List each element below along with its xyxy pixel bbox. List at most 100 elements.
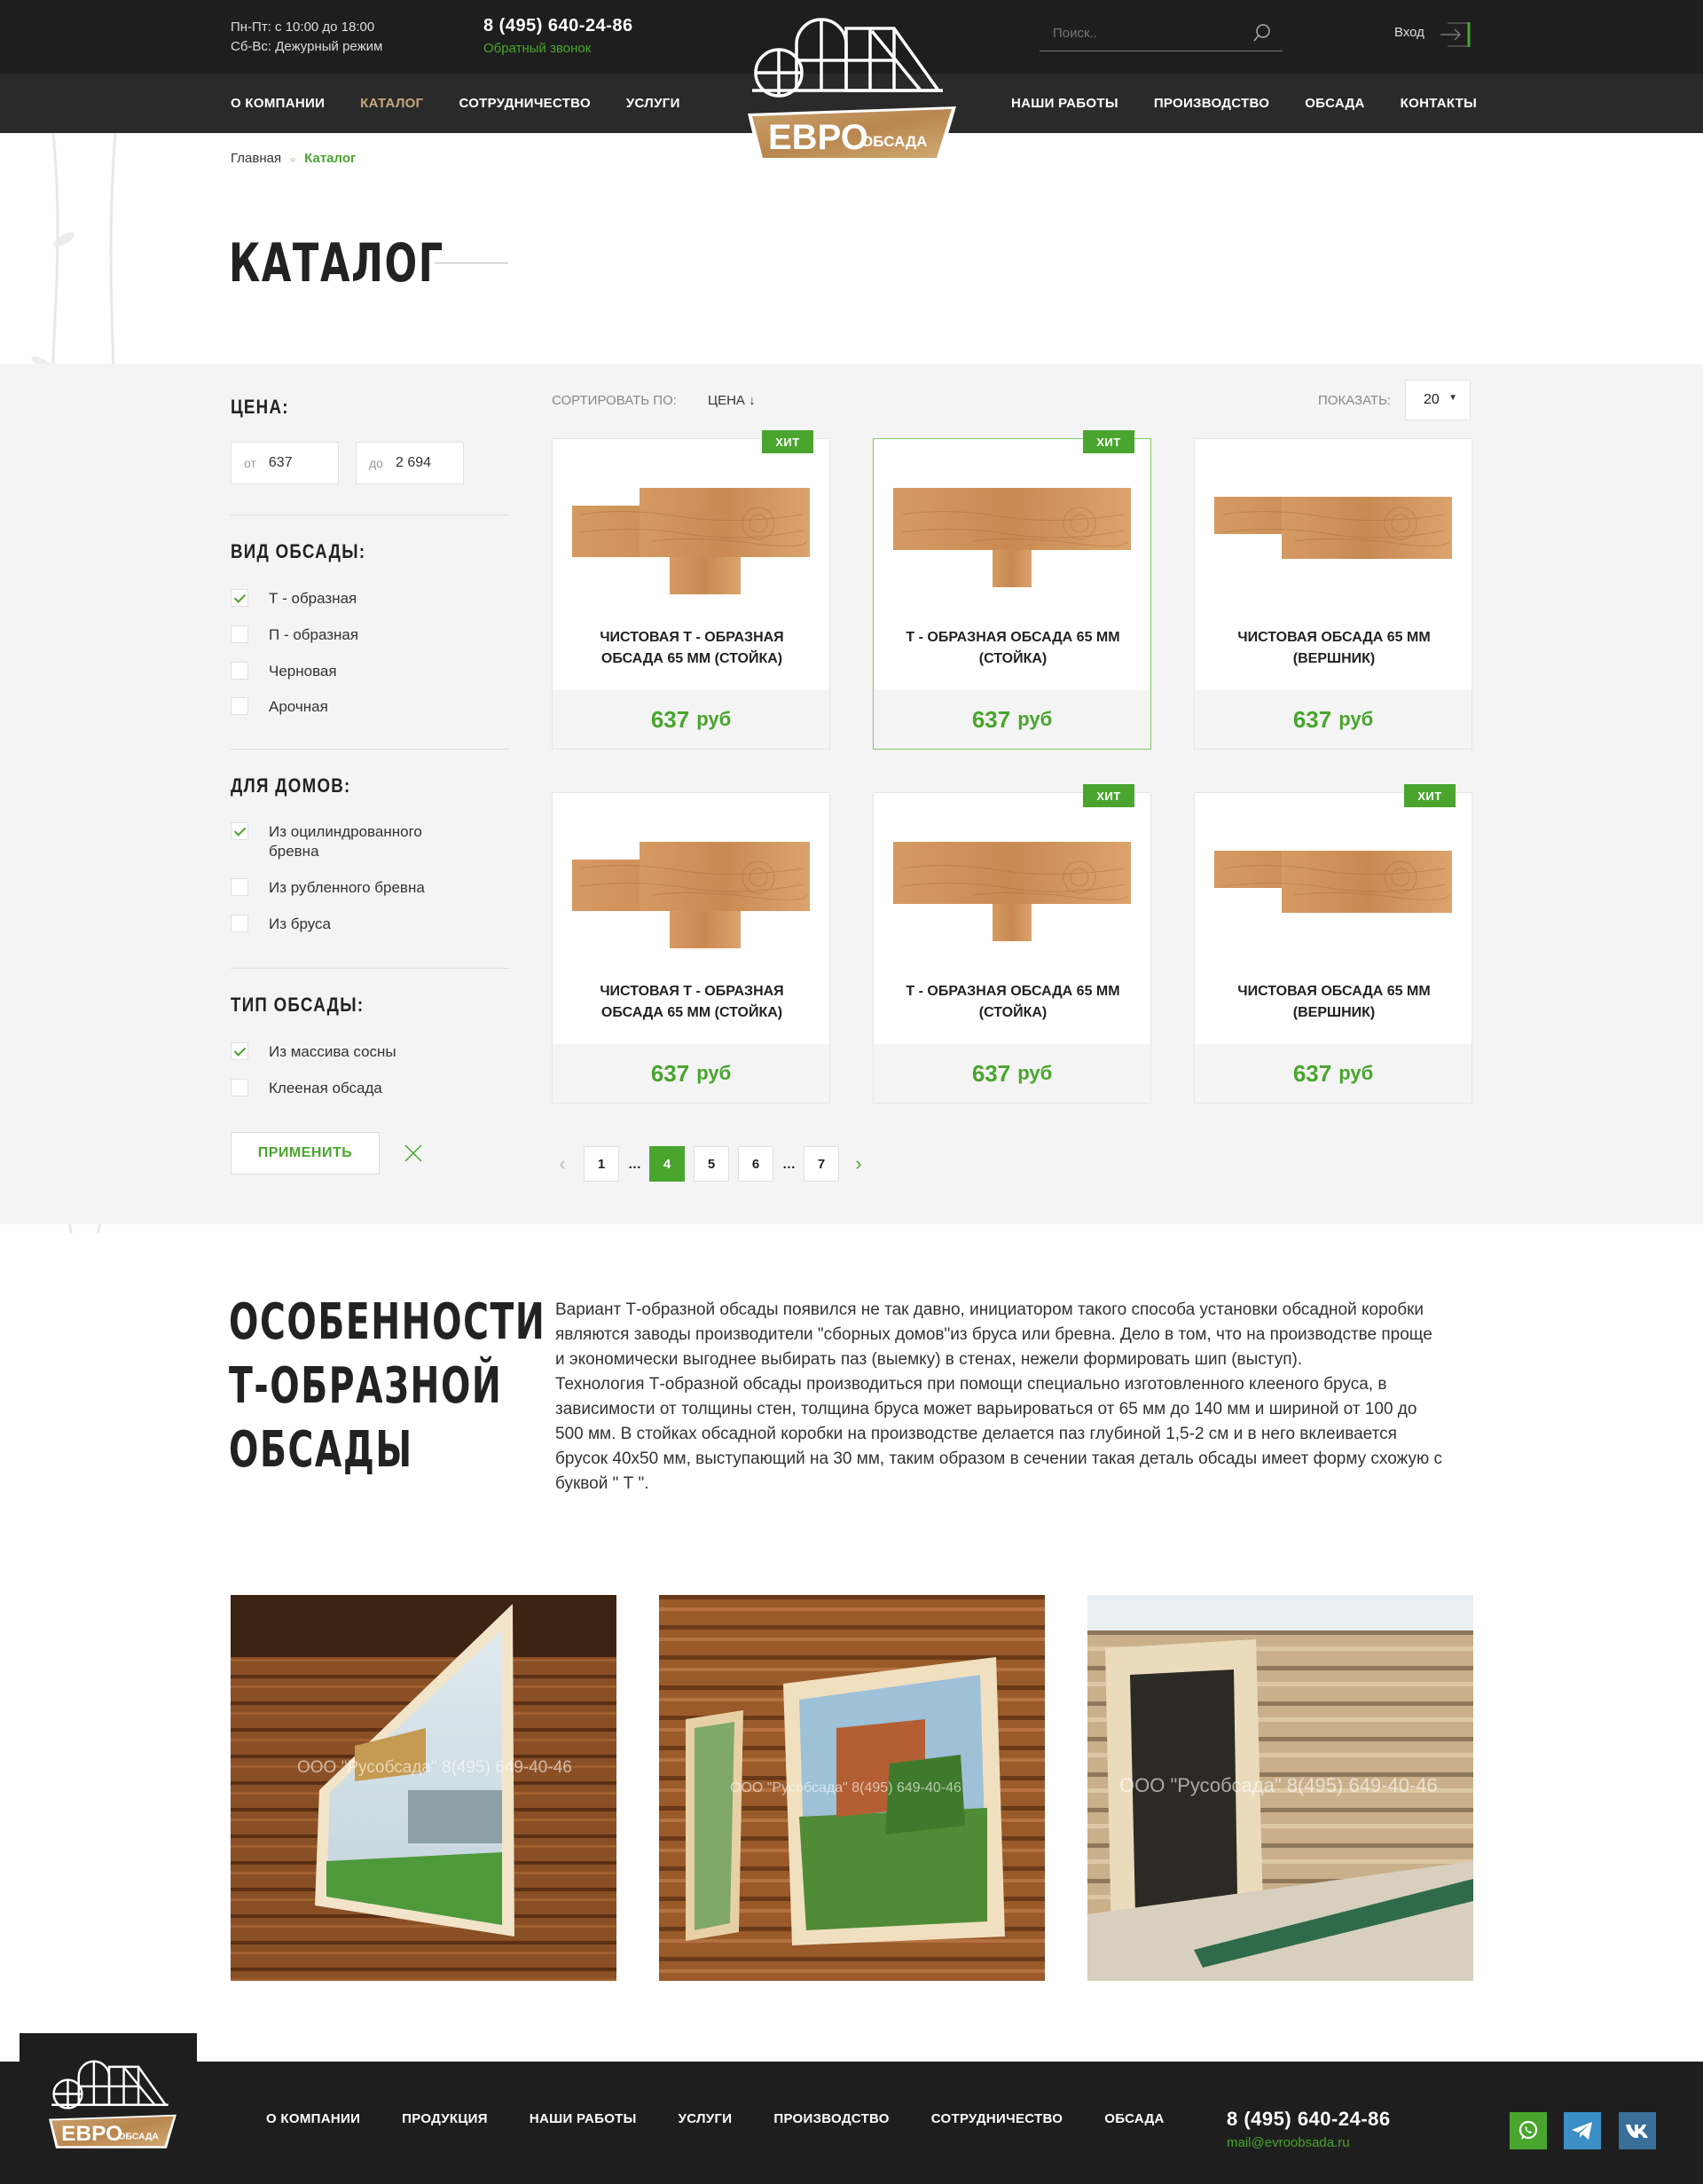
footer-nav-cooperation[interactable]: СОТРУДНИЧЕСТВО — [931, 2111, 1063, 2126]
pagination: ‹ 1 … 4 5 6 … 7 › — [552, 1146, 880, 1182]
footer-nav-about[interactable]: О КОМПАНИИ — [266, 2111, 360, 2126]
search-input[interactable] — [1040, 18, 1244, 48]
checkbox[interactable] — [231, 915, 248, 932]
footer-logo[interactable]: ЕВРО ОБСАДА — [46, 2049, 179, 2156]
gallery-photo[interactable]: ООО "Русобсада" 8(495) 649-40-46 — [659, 1595, 1045, 1981]
price-from-field[interactable]: от 637 — [231, 442, 339, 484]
product-name[interactable]: Т - ОБРАЗНАЯ ОБСАДА 65 ММ (СТОЙКА) — [891, 627, 1134, 670]
whatsapp-button[interactable] — [1510, 2112, 1547, 2149]
nav-services[interactable]: УСЛУГИ — [626, 96, 680, 111]
work-hours: Пн-Пт: с 10:00 до 18:00 Сб-Вс: Дежурный … — [231, 18, 382, 57]
product-name[interactable]: Т - ОБРАЗНАЯ ОБСАДА 65 ММ (СТОЙКА) — [891, 981, 1134, 1024]
price-currency: руб — [1017, 1062, 1053, 1084]
product-card[interactable]: ХИТ Т - ОБРАЗНАЯ ОБСАДА 65 ММ (СТОЙКА) 637… — [873, 430, 1151, 750]
callback-link[interactable]: Обратный звонок — [483, 41, 591, 56]
filter-type-option[interactable]: Т - образная — [231, 589, 357, 609]
product-name[interactable]: ЧИСТОВАЯ ОБСАДА 65 ММ (ВЕРШНИК) — [1213, 627, 1456, 670]
footer-email[interactable]: mail@evroobsada.ru — [1227, 2135, 1350, 2150]
product-card[interactable]: ХИТ ЧИСТОВАЯ ОБСАДА 65 ММ (ВЕРШНИК) 637 руб — [1194, 784, 1472, 1104]
checkbox[interactable] — [231, 662, 248, 680]
filter-type-option[interactable]: Арочная — [231, 697, 328, 717]
sort-dropdown[interactable]: ЦЕНА ↓ — [708, 393, 756, 408]
filter-type-option[interactable]: Черновая — [231, 662, 337, 681]
vk-button[interactable] — [1619, 2112, 1656, 2149]
apply-filters-button[interactable]: ПРИМЕНИТЬ — [231, 1132, 380, 1174]
breadcrumb-current: Каталог — [304, 151, 357, 166]
search-icon[interactable] — [1252, 23, 1272, 43]
nav-contacts[interactable]: КОНТАКТЫ — [1401, 96, 1477, 111]
telegram-button[interactable] — [1564, 2112, 1601, 2149]
filter-type-option[interactable]: П - образная — [231, 625, 358, 645]
page-button[interactable]: 5 — [694, 1146, 729, 1182]
gallery-photo[interactable]: ООО "Русобсада" 8(495) 649-40-46 — [231, 1595, 616, 1981]
prev-page-icon[interactable]: ‹ — [552, 1146, 573, 1182]
checkbox[interactable] — [231, 589, 248, 607]
price-value: 637 — [971, 705, 1011, 733]
footer-nav-obsada[interactable]: ОБСАДА — [1104, 2111, 1164, 2126]
filter-house-option[interactable]: Из бруса — [231, 915, 331, 934]
footer-nav-works[interactable]: НАШИ РАБОТЫ — [530, 2111, 637, 2126]
product-name[interactable]: ЧИСТОВАЯ ОБСАДА 65 ММ (ВЕРШНИК) — [1213, 981, 1456, 1024]
nav-production[interactable]: ПРОИЗВОДСТВО — [1154, 96, 1269, 111]
footer-nav-production[interactable]: ПРОИЗВОДСТВО — [773, 2111, 889, 2126]
features-text: Вариант Т-образной обсады появился не та… — [555, 1298, 1442, 1497]
login-link[interactable]: Вход — [1394, 25, 1424, 40]
product-price: 637 руб — [1195, 1044, 1471, 1103]
whatsapp-icon — [1519, 2120, 1538, 2140]
product-image[interactable] — [572, 488, 810, 594]
filter-kind-option[interactable]: Клееная обсада — [231, 1079, 382, 1098]
price-to-field[interactable]: до 2 694 — [356, 442, 464, 484]
product-image[interactable] — [1214, 488, 1452, 594]
nav-obsada[interactable]: ОБСАДА — [1305, 96, 1364, 111]
telegram-icon — [1572, 2122, 1592, 2140]
product-image[interactable] — [572, 842, 810, 948]
page-button[interactable]: 7 — [804, 1146, 839, 1182]
logo-text-main: ЕВРО — [61, 2122, 122, 2146]
checkbox[interactable] — [231, 625, 248, 643]
checkbox[interactable] — [231, 1079, 248, 1096]
price-value: 637 — [971, 1059, 1011, 1087]
product-card[interactable]: ЧИСТОВАЯ Т - ОБРАЗНАЯ ОБСАДА 65 ММ (СТОЙ… — [552, 792, 830, 1104]
product-card[interactable]: ЧИСТОВАЯ ОБСАДА 65 ММ (ВЕРШНИК) 637 руб — [1194, 438, 1472, 750]
product-image[interactable] — [1214, 842, 1452, 948]
filter-kind-option[interactable]: Из массива сосны — [231, 1042, 396, 1062]
nav-cooperation[interactable]: СОТРУДНИЧЕСТВО — [459, 96, 590, 111]
footer-nav-services[interactable]: УСЛУГИ — [679, 2111, 733, 2126]
product-card[interactable]: ХИТ Т - ОБРАЗНАЯ ОБСАДА 65 ММ (СТОЙКА) 637… — [873, 784, 1151, 1104]
nav-catalog[interactable]: КАТАЛОГ — [360, 96, 423, 111]
features-title-line: ОСОБЕННОСТИ — [229, 1293, 546, 1351]
product-name[interactable]: ЧИСТОВАЯ Т - ОБРАЗНАЯ ОБСАДА 65 ММ (СТОЙ… — [570, 627, 813, 670]
filter-house-option[interactable]: Из рубленного бревна — [231, 878, 425, 898]
option-label: Из рубленного бревна — [269, 879, 425, 896]
product-name[interactable]: ЧИСТОВАЯ Т - ОБРАЗНАЯ ОБСАДА 65 ММ (СТОЙ… — [570, 981, 813, 1024]
filter-house-option[interactable]: Из оцилиндрованного бревна — [231, 822, 464, 861]
show-label: ПОКАЗАТЬ: — [1318, 393, 1392, 408]
reset-filters-icon[interactable] — [403, 1143, 424, 1164]
footer-phone[interactable]: 8 (495) 640-24-86 — [1227, 2108, 1391, 2131]
filter-kind-title: ТИП ОБСАДЫ: — [231, 994, 365, 1016]
photo-watermark: ООО "Русобсада" 8(495) 649-40-46 — [297, 1758, 572, 1777]
site-logo[interactable]: ЕВРО ОБСАДА — [743, 9, 961, 164]
product-image[interactable] — [893, 488, 1131, 594]
product-card[interactable]: ХИТ ЧИСТОВАЯ Т - ОБРАЗНАЯ ОБСАДА 65 ММ (С… — [552, 430, 830, 750]
checkbox[interactable] — [231, 1042, 248, 1060]
checkbox[interactable] — [231, 878, 248, 896]
page-button[interactable]: 4 — [649, 1146, 685, 1182]
checkbox[interactable] — [231, 822, 248, 840]
next-page-icon[interactable]: › — [848, 1146, 869, 1182]
login-icon[interactable] — [1439, 20, 1472, 50]
price-to-value[interactable]: 2 694 — [396, 455, 431, 471]
checkbox[interactable] — [231, 697, 248, 715]
breadcrumb-home[interactable]: Главная — [231, 151, 281, 166]
footer-nav-products[interactable]: ПРОДУКЦИЯ — [402, 2111, 488, 2126]
show-count-select[interactable]: 20 ▼ — [1405, 380, 1471, 420]
search-box[interactable] — [1040, 18, 1283, 51]
price-from-value[interactable]: 637 — [269, 455, 293, 471]
header-phone[interactable]: 8 (495) 640-24-86 — [483, 16, 633, 36]
nav-about[interactable]: О КОМПАНИИ — [231, 96, 325, 111]
gallery-photo[interactable]: ООО "Русобсада" 8(495) 649-40-46 — [1087, 1595, 1473, 1981]
product-image[interactable] — [893, 842, 1131, 948]
nav-works[interactable]: НАШИ РАБОТЫ — [1011, 96, 1118, 111]
page-button[interactable]: 1 — [584, 1146, 619, 1182]
page-button[interactable]: 6 — [738, 1146, 773, 1182]
